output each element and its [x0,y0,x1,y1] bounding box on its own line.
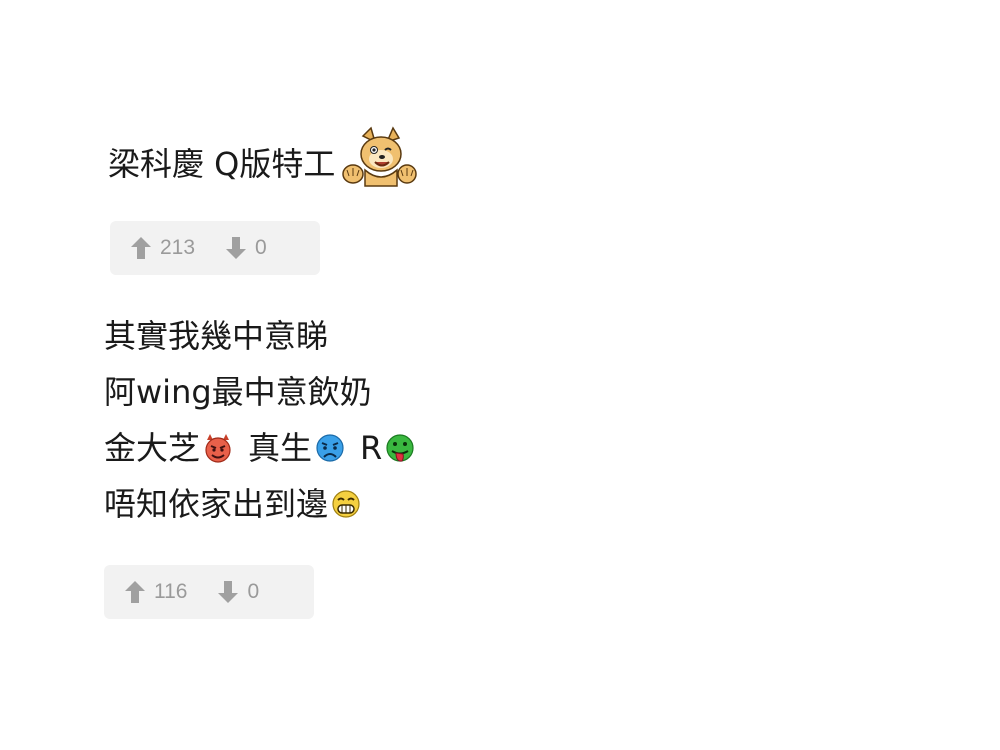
devil-emoji-icon [202,432,234,464]
arrow-down-icon [225,236,247,260]
arrow-up-icon [130,236,152,260]
arrow-down-icon [217,580,239,604]
downvote-button[interactable]: 0 [217,580,259,604]
vote-bar: 213 0 [110,221,320,275]
upvote-count: 116 [154,580,188,603]
arrow-up-icon [124,580,146,604]
upvote-button[interactable]: 116 [124,580,187,604]
upvote-count: 213 [160,236,196,259]
downvote-button[interactable]: 0 [225,236,267,260]
comment-text-line: 唔知依家出到邊 [104,484,362,524]
comment-text-line: 梁科慶 Q版特工 [108,126,418,188]
comment-text: 真生 [248,429,313,467]
comment-text: R [360,429,383,467]
grin-emoji-icon [330,488,362,520]
comment-text: 唔知依家出到邊 [104,485,329,523]
downvote-count: 0 [255,236,267,259]
sad-emoji-icon [314,432,346,464]
tongue-emoji-icon [384,432,416,464]
vote-bar: 116 0 [104,565,314,619]
comment-text: 阿wing最中意飲奶 [104,373,372,411]
comment-text: 金大芝 [104,429,201,467]
comment-text: 其實我幾中意睇 [104,317,329,355]
downvote-count: 0 [247,580,260,603]
comment-text-line: 金大芝 真生 R [104,428,416,468]
comment-text: 梁科慶 Q版特工 [108,145,336,183]
dog-sticker-icon [341,126,418,188]
upvote-button[interactable]: 213 [130,236,195,260]
comment-text-line: 阿wing最中意飲奶 [104,372,372,412]
comment-text-line: 其實我幾中意睇 [104,316,328,356]
